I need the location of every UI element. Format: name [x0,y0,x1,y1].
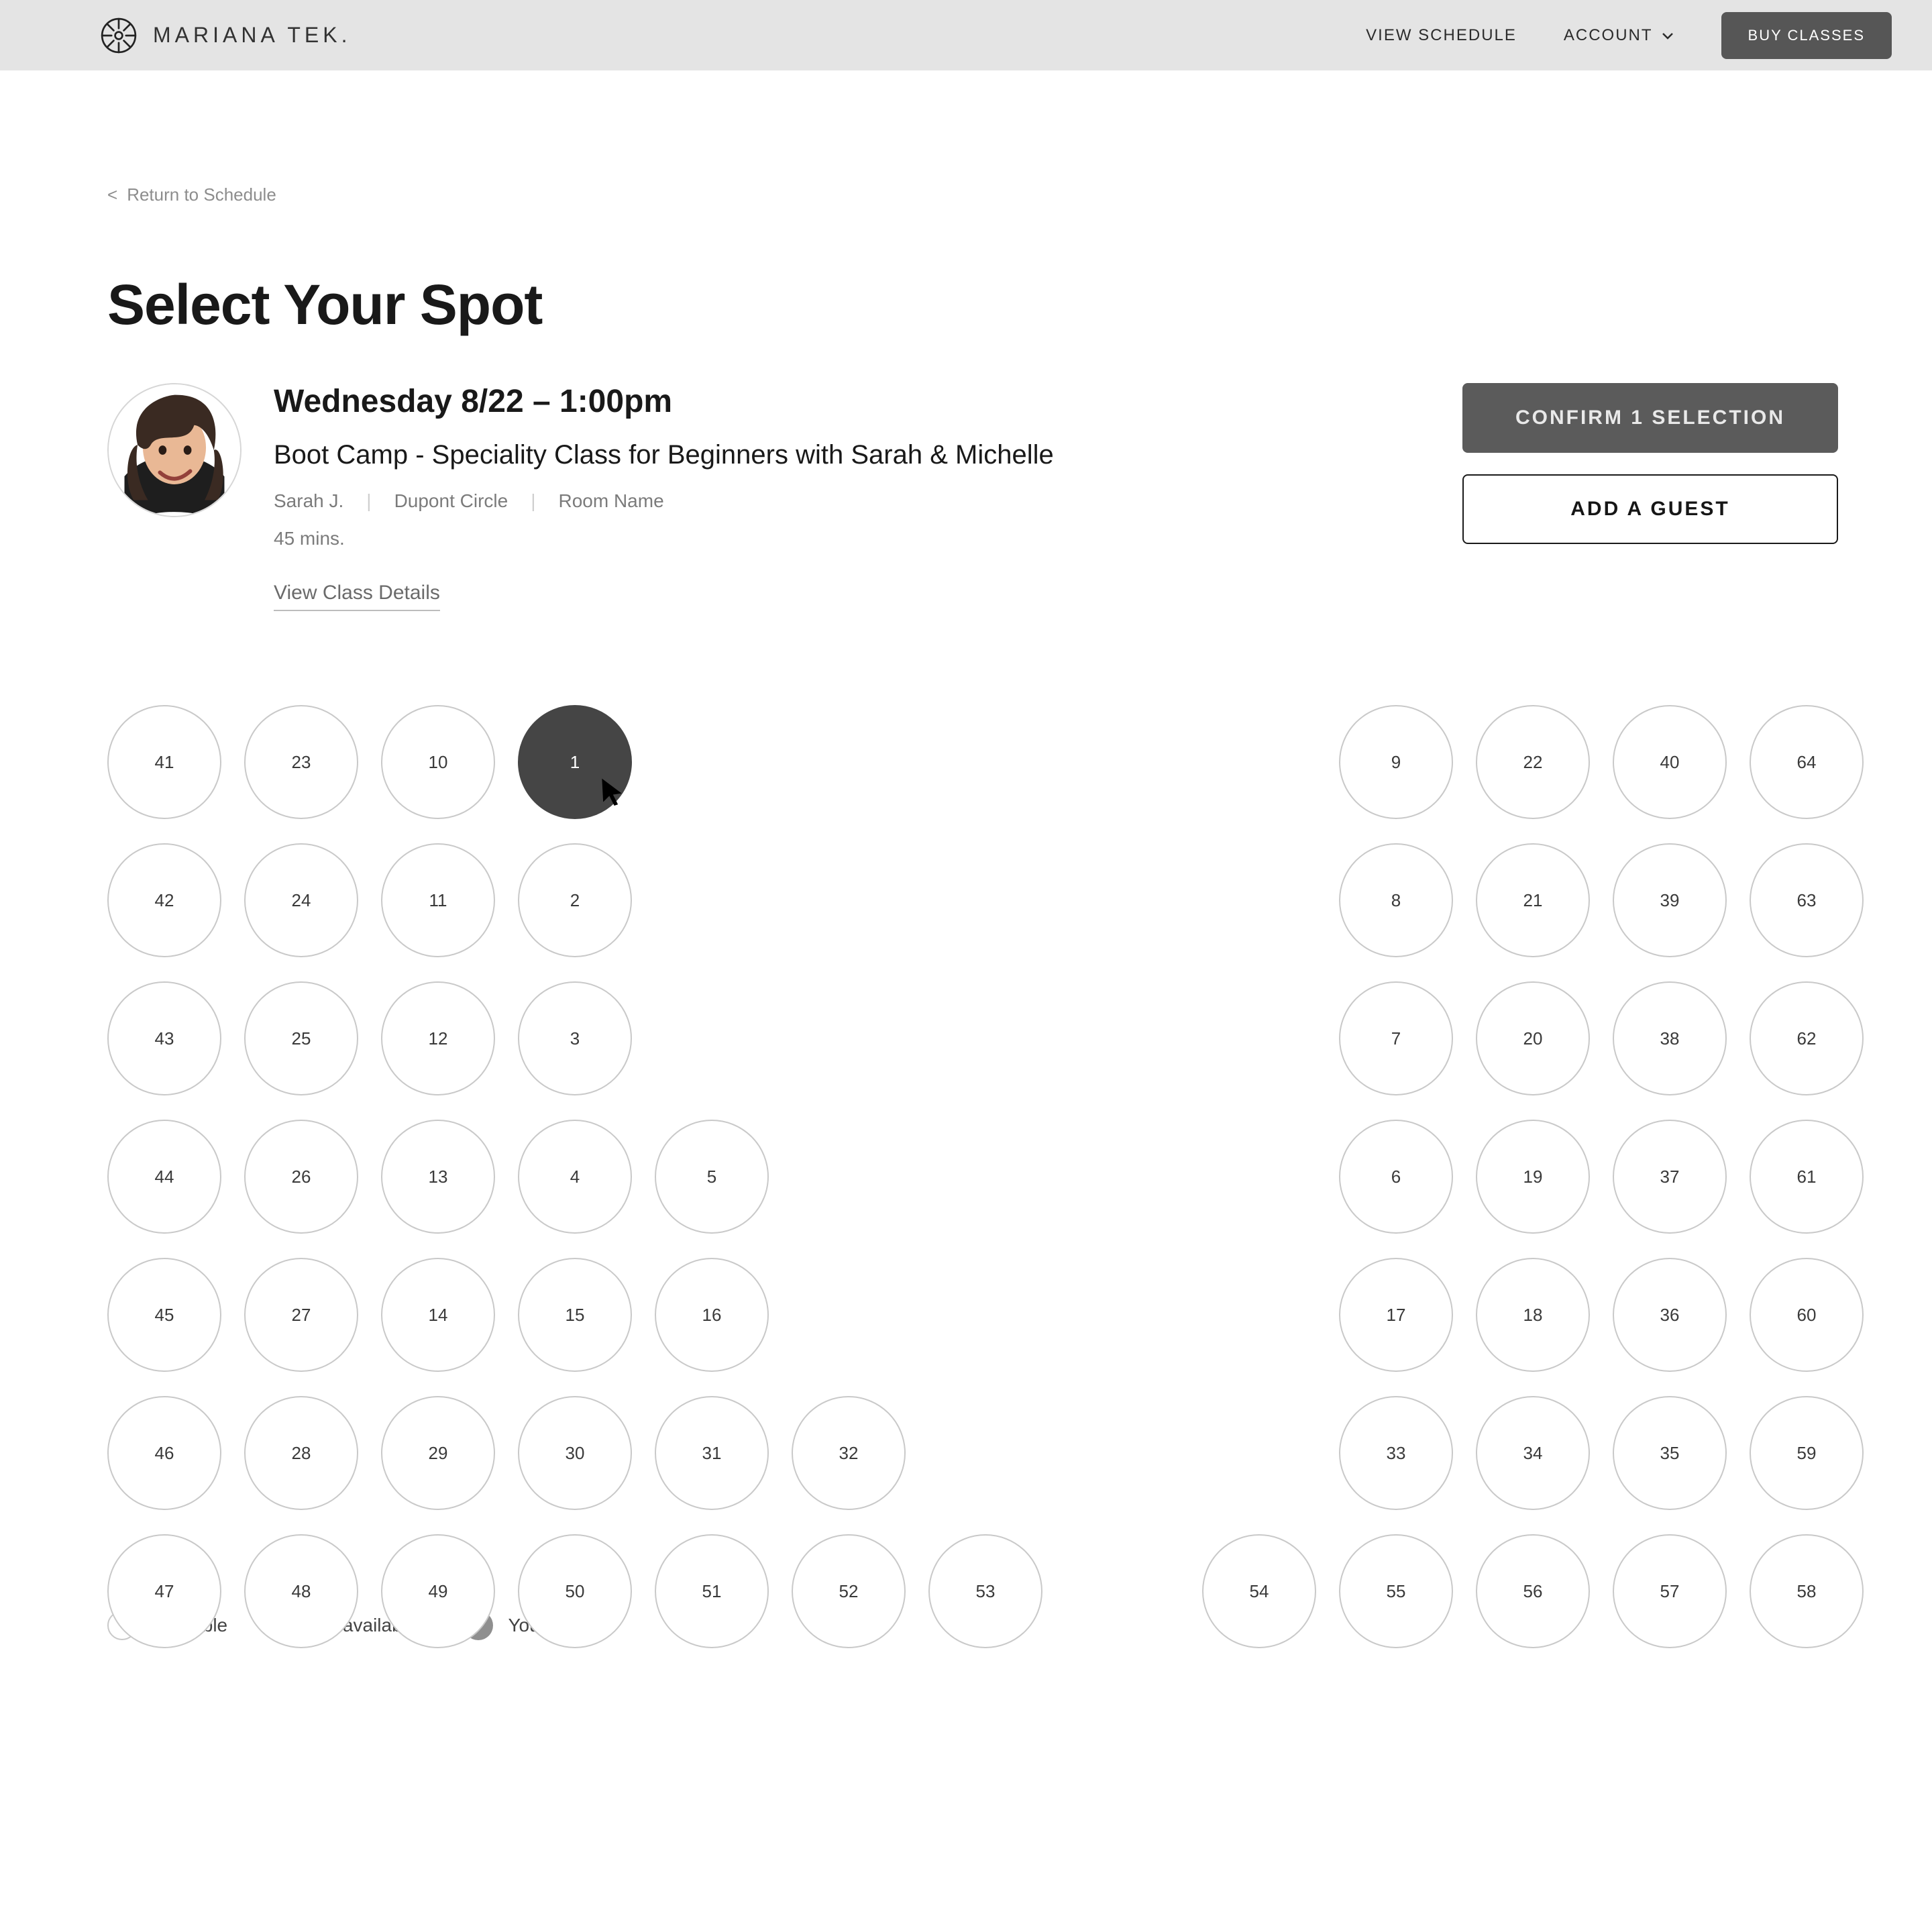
brand-logo-icon [101,17,137,54]
nav-account-label: ACCOUNT [1564,26,1653,45]
seat-48[interactable]: 48 [244,1534,358,1648]
chevron-left-icon: < [107,184,117,205]
seat-37[interactable]: 37 [1613,1120,1727,1234]
nav-account[interactable]: ACCOUNT [1564,26,1674,45]
nav-view-schedule[interactable]: VIEW SCHEDULE [1366,26,1517,45]
seat-47[interactable]: 47 [107,1534,221,1648]
buy-classes-button[interactable]: BUY CLASSES [1721,12,1892,59]
session-details: Wednesday 8/22 – 1:00pm Boot Camp - Spec… [107,383,1838,611]
seat-42[interactable]: 42 [107,843,221,957]
seat-22[interactable]: 22 [1476,705,1590,819]
seat-13[interactable]: 13 [381,1120,495,1234]
seat-28[interactable]: 28 [244,1396,358,1510]
seat-57[interactable]: 57 [1613,1534,1727,1648]
seat-16[interactable]: 16 [655,1258,769,1372]
seat-51[interactable]: 51 [655,1534,769,1648]
seat-62[interactable]: 62 [1750,981,1864,1095]
seat-38[interactable]: 38 [1613,981,1727,1095]
return-to-schedule-link[interactable]: < Return to Schedule [107,184,1838,205]
seat-5[interactable]: 5 [655,1120,769,1234]
seat-23[interactable]: 23 [244,705,358,819]
seat-30[interactable]: 30 [518,1396,632,1510]
seat-41[interactable]: 41 [107,705,221,819]
seat-43[interactable]: 43 [107,981,221,1095]
session-location: Dupont Circle [394,490,508,512]
seat-27[interactable]: 27 [244,1258,358,1372]
seat-2[interactable]: 2 [518,843,632,957]
seat-4[interactable]: 4 [518,1120,632,1234]
seat-40[interactable]: 40 [1613,705,1727,819]
view-class-details-link[interactable]: View Class Details [274,582,440,611]
seat-46[interactable]: 46 [107,1396,221,1510]
seat-53[interactable]: 53 [928,1534,1042,1648]
seat-44[interactable]: 44 [107,1120,221,1234]
add-guest-button[interactable]: ADD A GUEST [1462,474,1838,544]
cursor-icon [597,776,627,806]
seat-56[interactable]: 56 [1476,1534,1590,1648]
brand[interactable]: MARIANA TEK. [101,17,351,54]
return-label: Return to Schedule [127,184,276,205]
seat-34[interactable]: 34 [1476,1396,1590,1510]
seat-15[interactable]: 15 [518,1258,632,1372]
separator-icon: | [531,490,535,512]
seat-32[interactable]: 32 [792,1396,906,1510]
session-room: Room Name [558,490,663,512]
seat-8[interactable]: 8 [1339,843,1453,957]
seat-49[interactable]: 49 [381,1534,495,1648]
seat-58[interactable]: 58 [1750,1534,1864,1648]
seat-35[interactable]: 35 [1613,1396,1727,1510]
seat-45[interactable]: 45 [107,1258,221,1372]
seat-25[interactable]: 25 [244,981,358,1095]
seat-39[interactable]: 39 [1613,843,1727,957]
seat-12[interactable]: 12 [381,981,495,1095]
seat-54[interactable]: 54 [1202,1534,1316,1648]
seat-18[interactable]: 18 [1476,1258,1590,1372]
page-title: Select Your Spot [107,272,1838,337]
seat-19[interactable]: 19 [1476,1120,1590,1234]
seat-59[interactable]: 59 [1750,1396,1864,1510]
seat-60[interactable]: 60 [1750,1258,1864,1372]
seat-50[interactable]: 50 [518,1534,632,1648]
brand-name: MARIANA TEK. [153,23,351,48]
seat-64[interactable]: 64 [1750,705,1864,819]
seat-6[interactable]: 6 [1339,1120,1453,1234]
seat-21[interactable]: 21 [1476,843,1590,957]
seat-31[interactable]: 31 [655,1396,769,1510]
instructor-avatar [107,383,241,517]
seat-10[interactable]: 10 [381,705,495,819]
session-instructor: Sarah J. [274,490,343,512]
seat-33[interactable]: 33 [1339,1396,1453,1510]
seat-52[interactable]: 52 [792,1534,906,1648]
page: < Return to Schedule Select Your Spot [0,70,1932,1647]
seat-17[interactable]: 17 [1339,1258,1453,1372]
seat-36[interactable]: 36 [1613,1258,1727,1372]
seat-7[interactable]: 7 [1339,981,1453,1095]
session-datetime: Wednesday 8/22 – 1:00pm [274,383,1462,420]
top-nav: VIEW SCHEDULE ACCOUNT BUY CLASSES [1366,12,1892,59]
header: MARIANA TEK. VIEW SCHEDULE ACCOUNT BUY C… [0,0,1932,70]
seat-11[interactable]: 11 [381,843,495,957]
seat-63[interactable]: 63 [1750,843,1864,957]
seat-9[interactable]: 9 [1339,705,1453,819]
seat-20[interactable]: 20 [1476,981,1590,1095]
seat-26[interactable]: 26 [244,1120,358,1234]
seat-24[interactable]: 24 [244,843,358,957]
confirm-selection-button[interactable]: CONFIRM 1 SELECTION [1462,383,1838,453]
seat-29[interactable]: 29 [381,1396,495,1510]
seat-14[interactable]: 14 [381,1258,495,1372]
session-class-name: Boot Camp - Speciality Class for Beginne… [274,440,1462,470]
chevron-down-icon [1661,29,1674,42]
seat-55[interactable]: 55 [1339,1534,1453,1648]
seat-3[interactable]: 3 [518,981,632,1095]
session-duration: 45 mins. [274,528,1462,549]
separator-icon: | [366,490,371,512]
seat-61[interactable]: 61 [1750,1120,1864,1234]
